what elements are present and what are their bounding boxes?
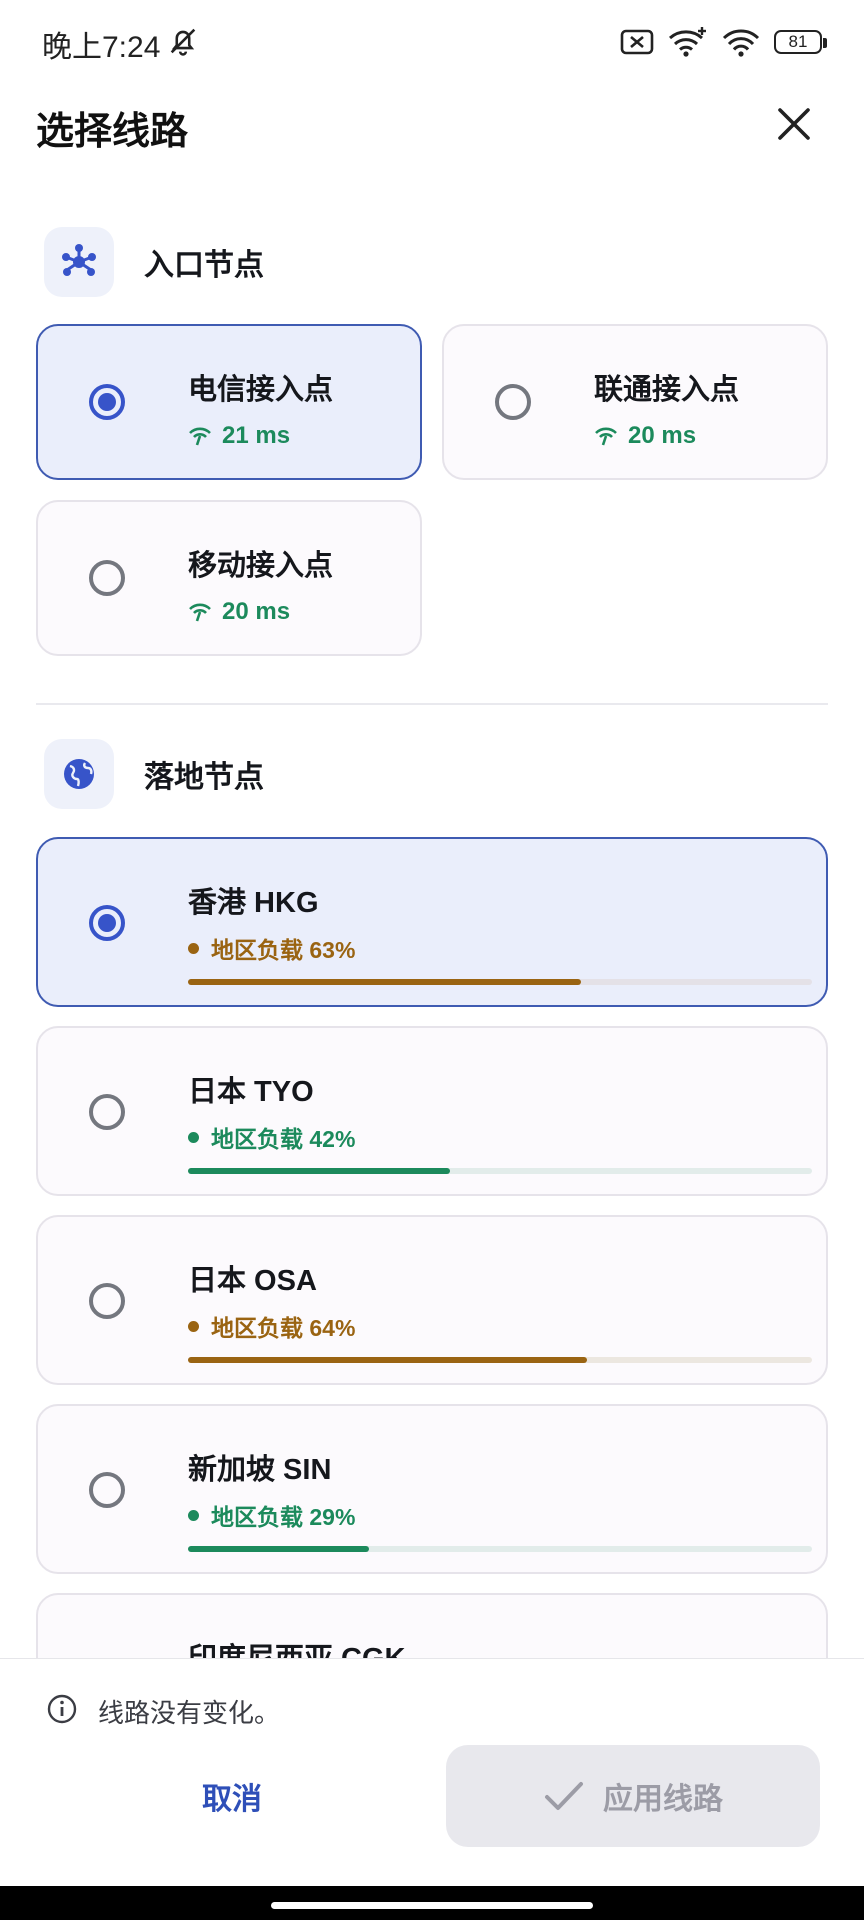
landing-node-card-sin[interactable]: 新加坡 SIN 地区负载 29%: [36, 1404, 828, 1574]
latency-value: 21 ms: [222, 422, 291, 449]
landing-node-card-tyo[interactable]: 日本 TYO 地区负载 42%: [36, 1026, 828, 1196]
latency-value: 20 ms: [222, 598, 291, 625]
close-icon[interactable]: [772, 102, 816, 146]
apply-button-label: 应用线路: [603, 1783, 723, 1816]
status-message: 线路没有变化。: [98, 1698, 281, 1728]
check-icon: [545, 1782, 583, 1810]
load-row: 地区负载 63%: [188, 931, 355, 965]
load-text: 地区负载 42%: [211, 1126, 356, 1152]
radio-unselected[interactable]: [89, 560, 125, 596]
signal-icon: [189, 427, 211, 446]
network-nodes-icon: [44, 227, 114, 297]
globe-icon: [44, 739, 114, 809]
load-dot: [188, 1320, 199, 1332]
signal-icon: [595, 427, 617, 446]
bell-off-icon: [170, 28, 196, 56]
entry-section-title: 入口节点: [144, 249, 264, 282]
landing-section-header: 落地节点: [44, 738, 264, 810]
section-divider: [36, 703, 828, 705]
wifi-plus-icon: [669, 27, 706, 57]
load-bar: [188, 1168, 812, 1174]
load-row: 地区负载 29%: [188, 1498, 355, 1532]
latency: 21 ms: [188, 422, 290, 450]
status-time: 晚上7:24: [42, 31, 161, 64]
apply-route-button[interactable]: 应用线路: [446, 1745, 820, 1847]
entry-node-card-unicom[interactable]: 联通接入点 20 ms: [442, 324, 828, 480]
landing-node-name: 香港 HKG: [188, 887, 319, 919]
landing-node-name: 日本 TYO: [188, 1076, 314, 1108]
entry-node-card-mobile[interactable]: 移动接入点 20 ms: [36, 500, 422, 656]
status-bar: 晚上7:24 81: [0, 0, 864, 84]
latency: 20 ms: [594, 422, 696, 450]
radio-selected[interactable]: [89, 905, 125, 941]
load-text: 地区负载 64%: [211, 1315, 356, 1341]
landing-node-name: 日本 OSA: [188, 1265, 317, 1297]
load-bar: [188, 1357, 812, 1363]
info-icon: [47, 1694, 77, 1724]
battery-icon: 81: [774, 30, 827, 54]
load-row: 地区负载 64%: [188, 1309, 355, 1343]
load-bar-fill: [188, 1546, 369, 1552]
wifi-icon: [722, 29, 760, 57]
radio-unselected[interactable]: [89, 1472, 125, 1508]
latency: 20 ms: [188, 598, 290, 626]
load-bar-fill: [188, 1168, 451, 1174]
landing-section-title: 落地节点: [144, 761, 264, 794]
load-text: 地区负载 29%: [211, 1504, 356, 1530]
radio-unselected[interactable]: [495, 384, 531, 420]
landing-node-name: 新加坡 SIN: [188, 1454, 332, 1486]
landing-node-card-osa[interactable]: 日本 OSA 地区负载 64%: [36, 1215, 828, 1385]
load-bar-fill: [188, 979, 582, 985]
bottom-action-panel: 线路没有变化。 取消 应用线路: [0, 1658, 864, 1887]
cancel-button[interactable]: 取消: [36, 1745, 428, 1847]
latency-value: 20 ms: [628, 422, 697, 449]
battery-level: 81: [788, 32, 808, 51]
load-dot: [188, 942, 199, 954]
radio-selected[interactable]: [89, 384, 125, 420]
signal-icon: [189, 603, 211, 622]
sim-off-icon: [620, 29, 654, 55]
landing-node-card-hkg[interactable]: 香港 HKG 地区负载 63%: [36, 837, 828, 1007]
entry-section-header: 入口节点: [44, 226, 264, 298]
radio-unselected[interactable]: [89, 1283, 125, 1319]
load-bar: [188, 1546, 812, 1552]
home-indicator[interactable]: [271, 1902, 593, 1909]
load-bar: [188, 979, 812, 985]
load-bar-fill: [188, 1357, 588, 1363]
entry-node-name: 移动接入点: [188, 550, 334, 582]
load-text: 地区负载 63%: [211, 937, 356, 963]
radio-unselected[interactable]: [89, 1094, 125, 1130]
load-dot: [188, 1509, 199, 1521]
page-title: 选择线路: [36, 111, 189, 153]
entry-node-name: 电信接入点: [188, 374, 334, 406]
entry-node-name: 联通接入点: [594, 374, 740, 406]
load-dot: [188, 1131, 199, 1143]
entry-node-card-telecom[interactable]: 电信接入点 21 ms: [36, 324, 422, 480]
load-row: 地区负载 42%: [188, 1120, 355, 1154]
